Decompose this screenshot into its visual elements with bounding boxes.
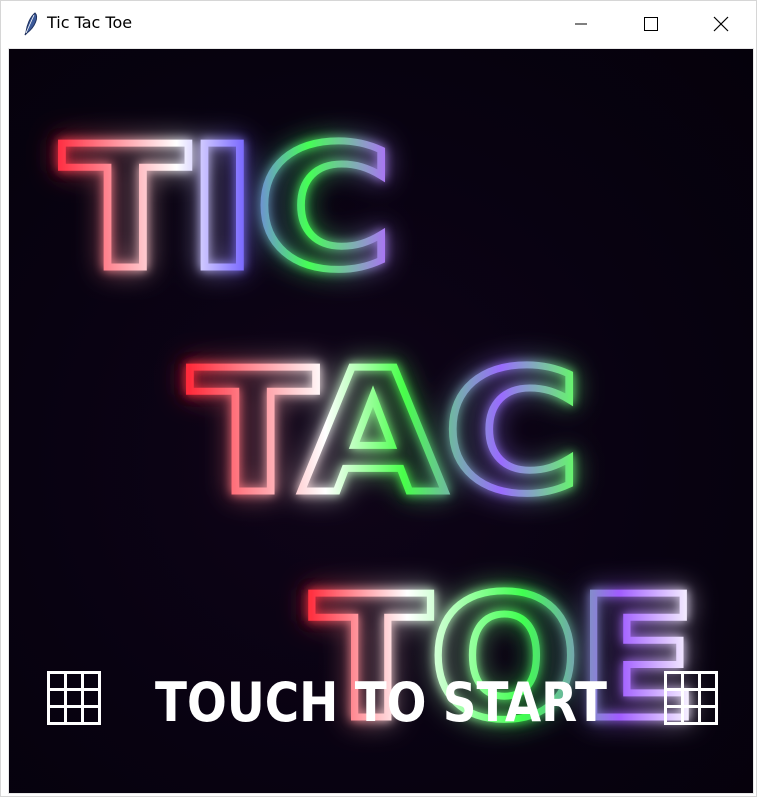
title-word-tic: TIC (61, 110, 391, 308)
minimize-button[interactable] (546, 1, 616, 47)
feather-icon (24, 12, 38, 36)
game-canvas[interactable]: TIC TAC TOE TOUCH TO START (8, 48, 754, 794)
maximize-button[interactable] (616, 1, 686, 47)
window-title: Tic Tac Toe (47, 13, 133, 32)
close-icon (713, 16, 729, 32)
maximize-icon (644, 17, 658, 31)
app-window: Tic Tac Toe TIC TAC TOE TOUCH TO START (0, 0, 757, 797)
title-word-tac: TAC (189, 334, 579, 532)
title-bar[interactable]: Tic Tac Toe (1, 1, 756, 47)
close-button[interactable] (686, 1, 756, 47)
minimize-icon (575, 23, 587, 25)
tic-tac-toe-grid-icon (664, 671, 718, 725)
touch-to-start-label[interactable]: TOUCH TO START (155, 671, 607, 734)
neon-title-art: TIC TAC TOE TOUCH TO START (58, 107, 702, 762)
tic-tac-toe-grid-icon (47, 671, 101, 725)
